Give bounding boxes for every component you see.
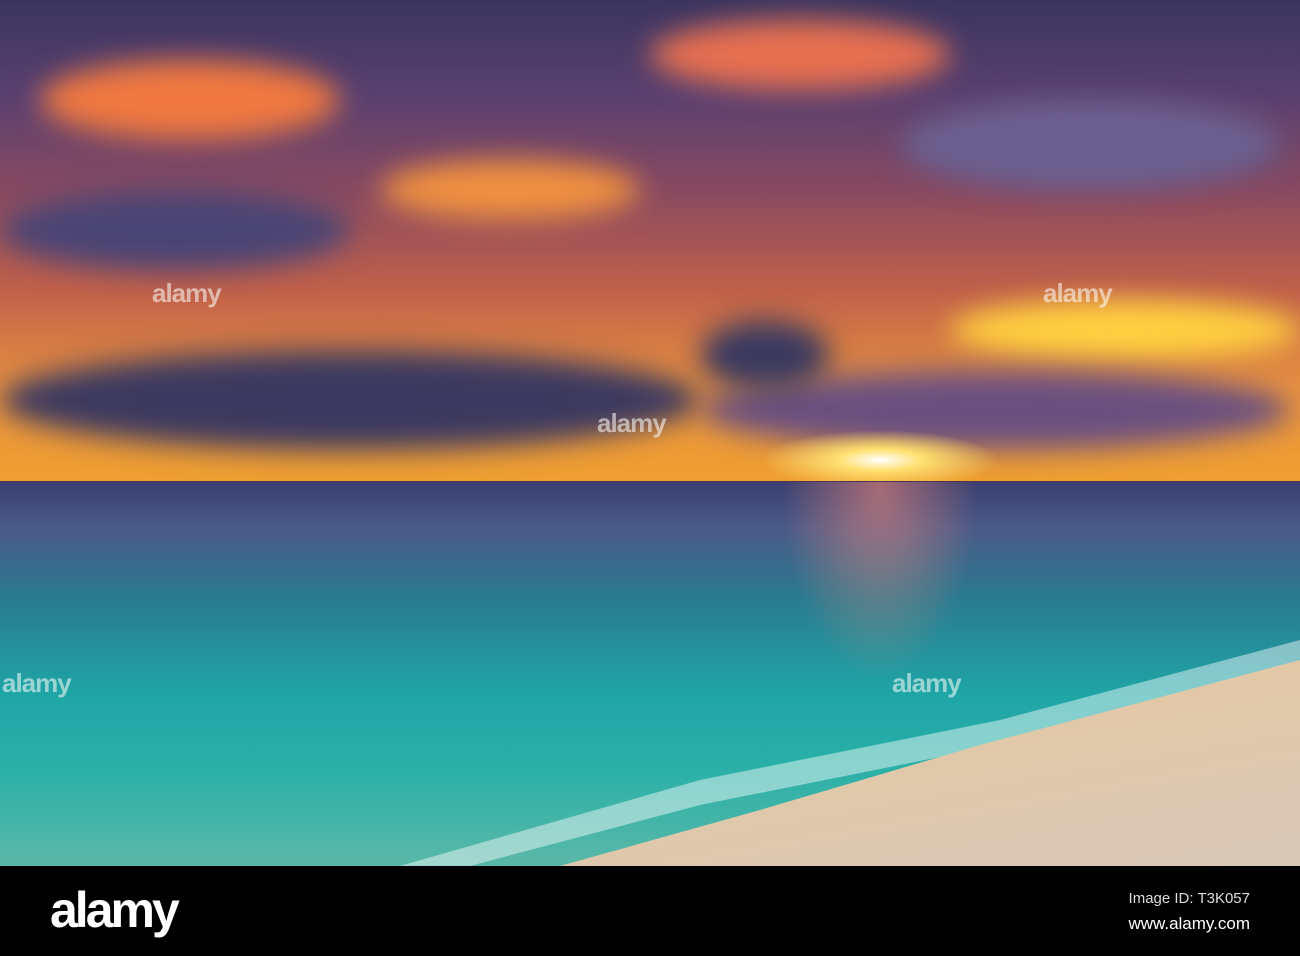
- watermark: alamy: [892, 668, 962, 698]
- alamy-logo: alamy: [50, 882, 180, 938]
- watermark: alamy: [2, 668, 72, 698]
- watermark: alamy: [597, 408, 667, 438]
- sun-reflection: [780, 482, 980, 682]
- site-url: www.alamy.com: [1128, 914, 1250, 933]
- footer-bar: alamy Image ID: T3K057 www.alamy.com: [0, 866, 1300, 956]
- watermark: alamy: [152, 278, 222, 308]
- sunset-beach-photo: alamy alamy alamy alamy alamy: [0, 0, 1300, 866]
- image-id: Image ID: T3K057: [1128, 890, 1250, 907]
- watermark: alamy: [1043, 278, 1113, 308]
